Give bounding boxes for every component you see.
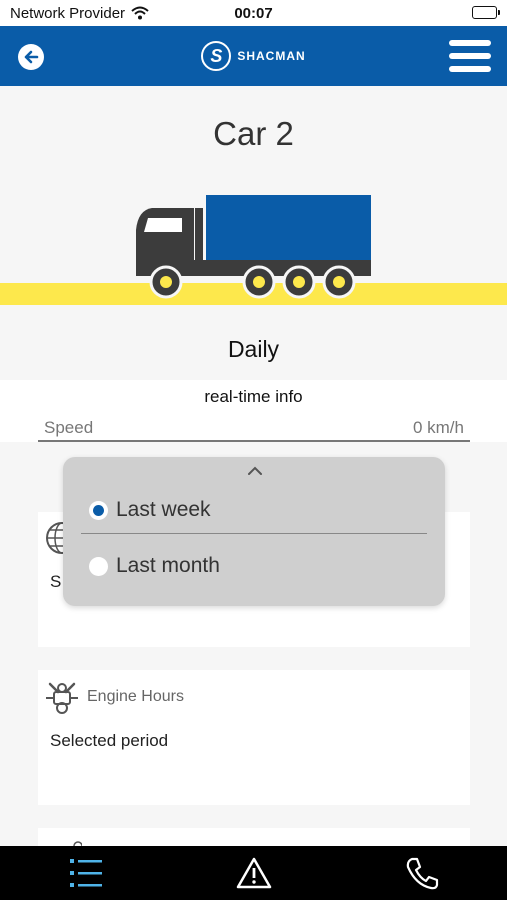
truck-icon — [136, 195, 371, 299]
vehicle-title: Car 2 — [213, 115, 294, 152]
option-label: Last month — [116, 554, 220, 577]
warning-icon — [236, 857, 272, 889]
list-icon — [70, 859, 102, 887]
speed-row: Speed 0 km/h — [38, 416, 470, 442]
engine-icon — [46, 682, 78, 714]
status-bar: Network Provider 00:07 — [0, 0, 507, 26]
truck-illustration — [0, 190, 507, 308]
option-last-month[interactable]: Last month — [89, 554, 220, 578]
radio-unselected-icon[interactable] — [89, 556, 108, 576]
app-header: S SHACMAN — [0, 26, 507, 86]
nav-phone-button[interactable] — [402, 854, 442, 892]
bottom-nav — [0, 846, 507, 900]
option-label: Last week — [116, 498, 211, 521]
battery-icon — [472, 6, 500, 19]
divider — [81, 533, 427, 534]
card-value: Selected period — [50, 731, 169, 750]
card-partial-text: S — [50, 572, 62, 591]
carrier-name: Network Provider — [10, 4, 126, 22]
radio-selected-icon[interactable] — [89, 500, 108, 520]
nav-list-button[interactable] — [66, 854, 106, 892]
period-selector[interactable]: Daily — [0, 336, 507, 363]
engine-hours-card[interactable]: Engine Hours Selected period — [38, 670, 470, 805]
menu-button[interactable] — [449, 40, 491, 72]
realtime-title: real-time info — [204, 387, 303, 406]
card-title: Engine Hours — [87, 688, 184, 705]
speed-label: Speed — [44, 418, 94, 437]
brand-name: SHACMAN — [237, 49, 306, 63]
wifi-icon — [131, 6, 149, 20]
speed-value: 0 km/h — [412, 418, 464, 437]
hamburger-icon — [449, 40, 491, 46]
shacman-logo-icon: S — [201, 41, 232, 71]
back-button[interactable] — [18, 44, 44, 70]
nav-alert-button[interactable] — [234, 854, 274, 892]
chevron-up-icon[interactable] — [245, 463, 265, 479]
brand-logo: S SHACMAN — [201, 41, 305, 71]
period-dropdown: Last week Last month — [63, 457, 445, 606]
realtime-section: real-time info Speed 0 km/h — [0, 380, 507, 442]
phone-icon — [406, 857, 439, 890]
arrow-left-icon — [24, 50, 39, 64]
option-last-week[interactable]: Last week — [89, 498, 211, 522]
